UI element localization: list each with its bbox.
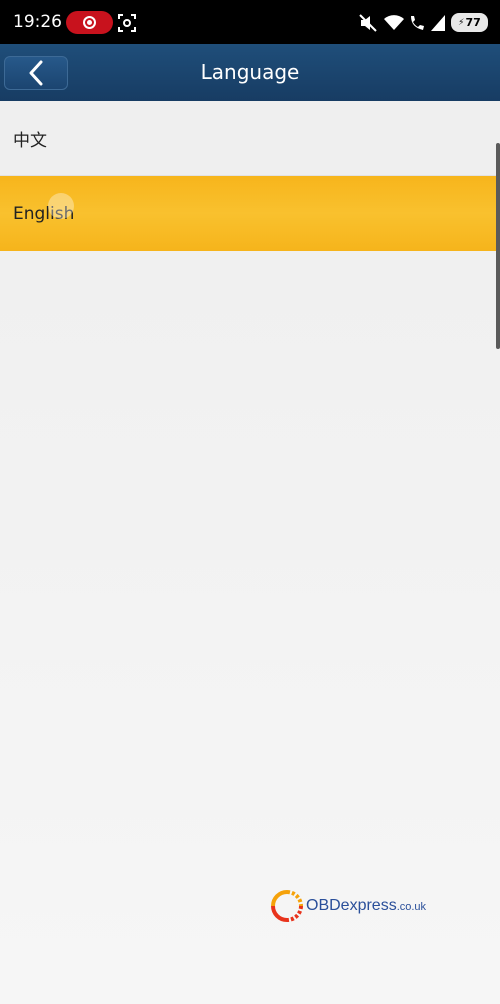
watermark-brand-name: OBDexpress — [306, 897, 397, 914]
touch-indicator — [48, 193, 74, 219]
language-option-english[interactable]: English — [0, 176, 500, 251]
screen-record-indicator[interactable] — [66, 11, 113, 34]
watermark-domain: .co.uk — [396, 901, 427, 913]
screenshot-icon[interactable] — [118, 14, 136, 36]
scrollbar[interactable] — [496, 143, 500, 349]
language-label: 中文 — [13, 130, 47, 151]
page-title: Language — [200, 60, 300, 84]
volte-icon — [407, 14, 425, 36]
signal-icon — [430, 14, 446, 36]
language-option-chinese[interactable]: 中文 — [0, 101, 500, 176]
wifi-icon — [383, 14, 405, 36]
watermark-brand: OBDexpress.co.uk — [306, 897, 426, 915]
record-icon — [83, 16, 96, 29]
obdexpress-logo-icon — [271, 890, 303, 922]
status-time: 19:26 — [13, 12, 62, 32]
watermark-logo: OBDexpress.co.uk — [270, 886, 430, 926]
charging-icon: ⚡ — [458, 17, 465, 28]
mute-icon — [358, 14, 378, 36]
battery-level: 77 — [465, 16, 481, 29]
status-bar: 19:26 ⚡ 77 — [0, 0, 500, 44]
battery-icon: ⚡ 77 — [451, 13, 488, 32]
app-header: Language — [0, 44, 500, 101]
